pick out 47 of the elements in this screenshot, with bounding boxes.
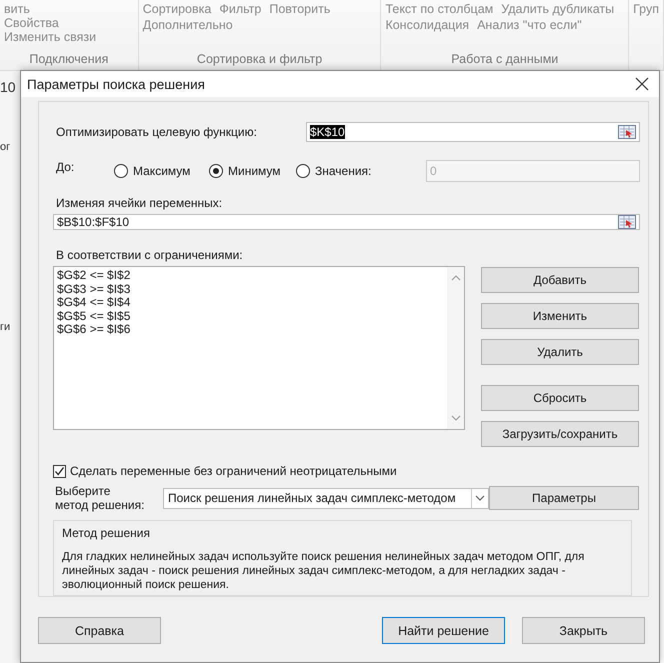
range-picker-icon[interactable] — [618, 215, 636, 229]
group-title: Метод решения — [62, 526, 151, 540]
scrollbar[interactable] — [447, 267, 464, 429]
sheet-cell-text: ог — [0, 141, 10, 153]
sheet-cell-text: ги — [0, 321, 10, 333]
objective-field[interactable]: $K$10 — [306, 122, 640, 142]
radio-icon[interactable] — [114, 164, 128, 178]
scroll-up-icon[interactable] — [450, 275, 460, 281]
ribbon-group-label: Работа с данными — [450, 52, 560, 66]
constraint-item[interactable]: $G$2 <= $I$2 — [57, 269, 444, 282]
ribbon-group-label: Сортировка и фильтр — [196, 52, 324, 66]
method-dropdown[interactable]: Поиск решения линейных задач симплекс-методом — [163, 488, 489, 508]
dialog-title: Параметры поиска решения — [27, 76, 205, 92]
radio-option[interactable]: Минимум — [209, 164, 296, 178]
constraint-button[interactable]: Изменить — [481, 303, 639, 329]
constraint-button[interactable]: Удалить — [481, 339, 639, 365]
constraint-item[interactable]: $G$3 >= $I$3 — [57, 282, 444, 296]
range-picker-icon[interactable] — [618, 125, 636, 139]
dialog-button[interactable]: Справка — [38, 617, 161, 644]
constraint-item[interactable]: $G$4 <= $I$4 — [57, 296, 444, 310]
constraint-item[interactable]: $G$5 <= $I$5 — [57, 310, 444, 323]
nonnegative-checkbox-row[interactable]: Сделать переменные без ограничений неотрицательными — [53, 464, 640, 478]
dialog-button[interactable]: Найти решение — [382, 617, 505, 644]
chevron-down-icon[interactable] — [475, 495, 485, 501]
radio-option[interactable]: Значения: — [296, 164, 426, 178]
objective-label: Оптимизировать целевую функцию: — [55, 125, 258, 139]
ribbon-group-label: Подключения — [28, 52, 110, 66]
variables-field[interactable]: $B$10:$F$10 — [53, 214, 640, 230]
variables-label: Изменяя ячейки переменных: — [55, 196, 224, 210]
constraint-button[interactable]: Сбросить — [481, 385, 639, 411]
checkbox-label: Сделать переменные без ограничений неотрицательными — [70, 464, 397, 478]
method-label: Выберите метод решения: — [54, 484, 146, 512]
to-label: До: — [55, 160, 76, 174]
constraint-button[interactable]: Добавить — [481, 267, 639, 293]
radio-icon[interactable] — [209, 164, 223, 178]
radio-icon[interactable] — [296, 164, 310, 178]
method-description: Для гладких нелинейных задач используйте поиск решения нелинейных задач методом ОПГ, для линейных задач - поиск решения линейных задач симплекс-методом, а для негладких задач - эволюционный поиск решения. — [62, 550, 586, 592]
constraint-button[interactable]: Загрузить/сохранить — [481, 421, 639, 447]
constraints-label: В соответствии с ограничениями: — [55, 248, 244, 262]
dialog-button[interactable]: Закрыть — [522, 617, 645, 644]
close-icon[interactable] — [635, 77, 649, 91]
radio-option[interactable]: Максимум — [114, 164, 209, 178]
options-button[interactable]: Параметры — [489, 486, 639, 510]
scroll-down-icon[interactable] — [450, 415, 460, 421]
constraint-item[interactable]: $G$6 >= $I$6 — [57, 323, 444, 336]
checkbox[interactable] — [53, 464, 66, 478]
sheet-cell-text: 10 — [0, 79, 16, 95]
